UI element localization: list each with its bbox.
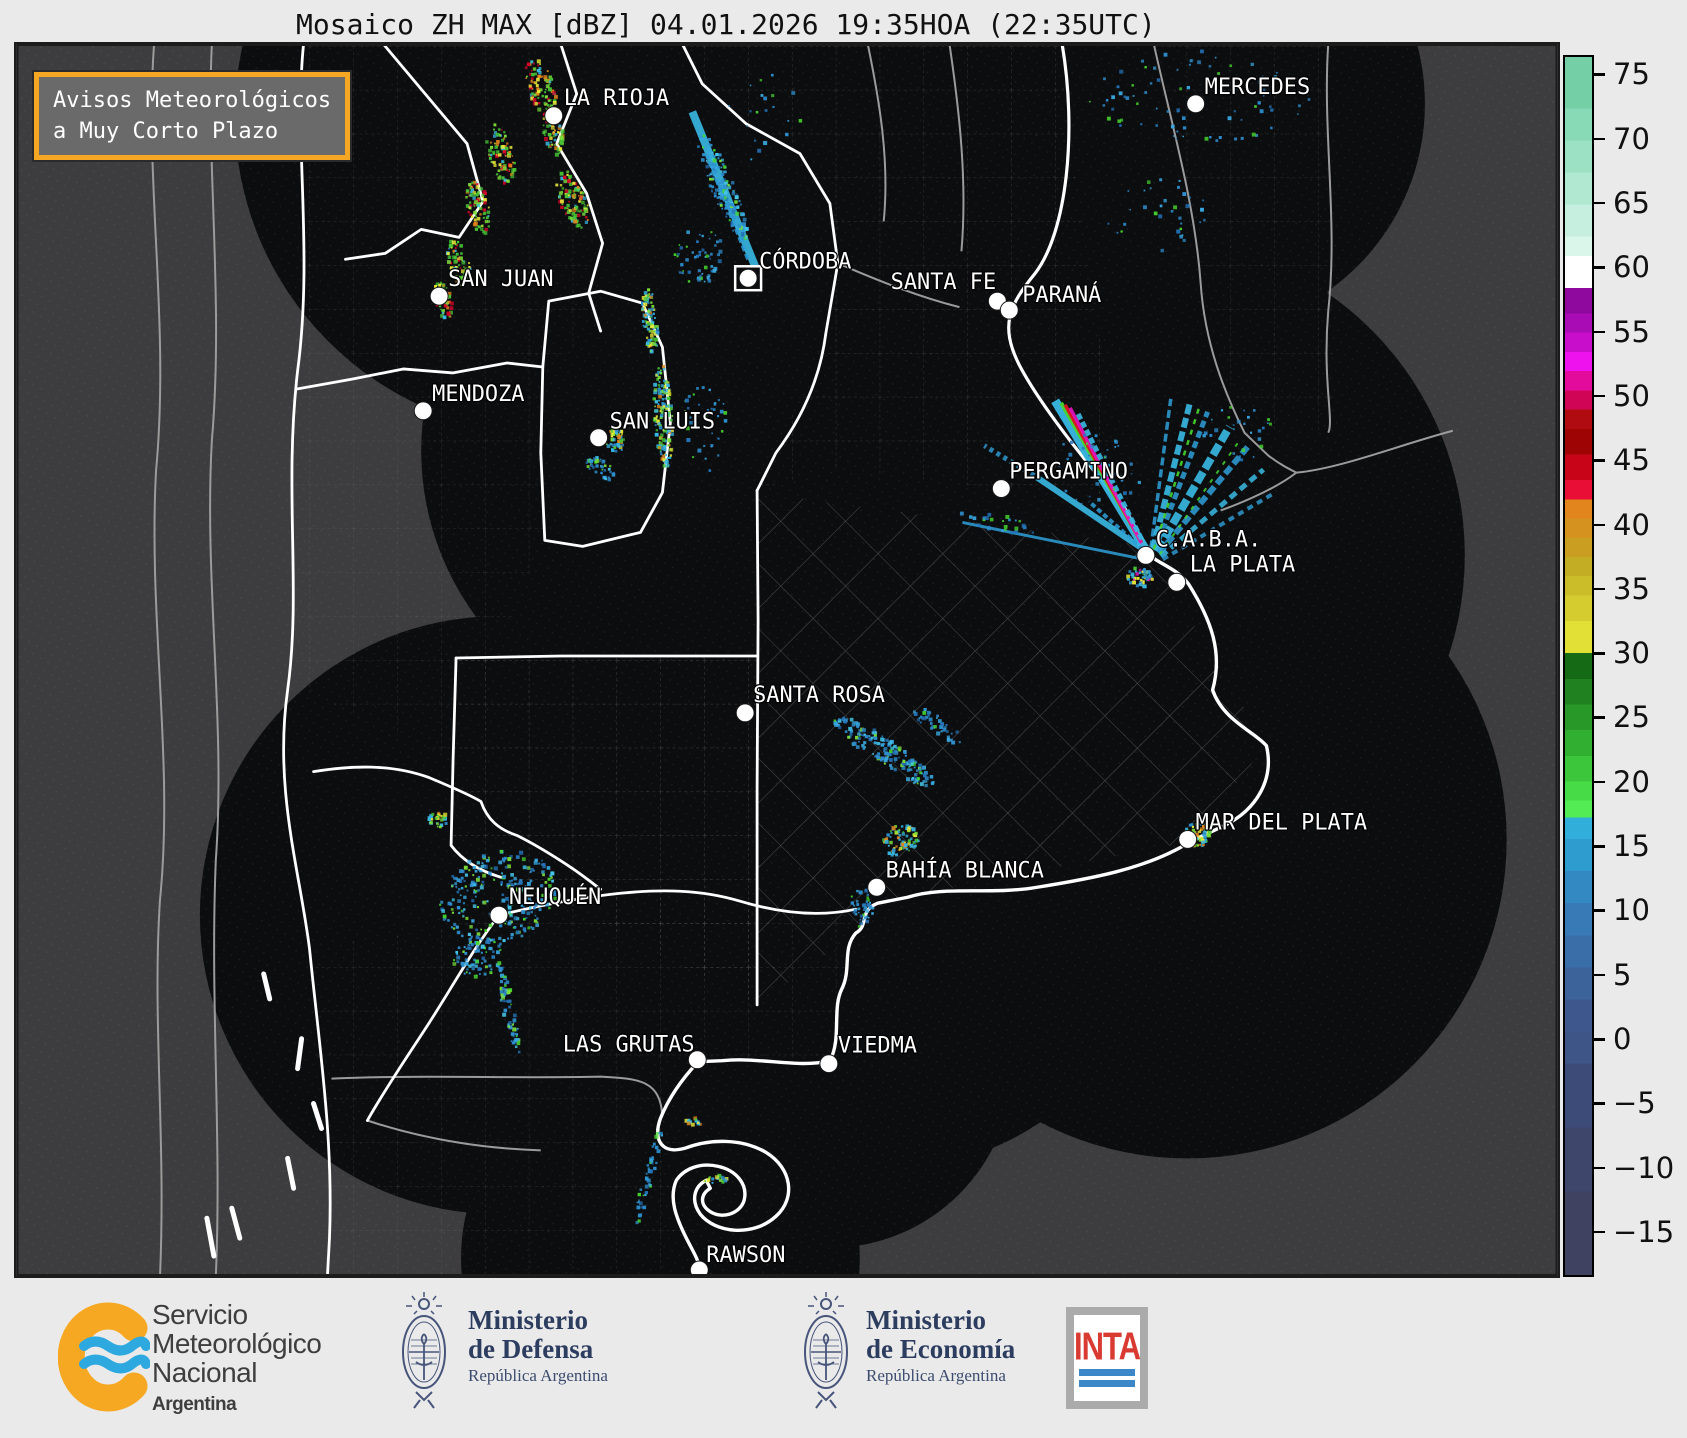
colorbar-tick-label: 25 (1613, 700, 1650, 735)
footer: Servicio Meteorológico Nacional Argentin… (0, 1278, 1687, 1438)
city-label: C.A.B.A. (1156, 527, 1262, 552)
colorbar-tick-label: 55 (1613, 314, 1650, 349)
colorbar-tick-label: 60 (1613, 250, 1650, 285)
colorbar-tick (1594, 1102, 1605, 1105)
city-label: SANTA FE (891, 270, 997, 295)
economia-line1: Ministerio (866, 1305, 986, 1335)
inta-wordmark: INTA (1073, 1324, 1141, 1369)
smn-line3: Nacional (152, 1357, 257, 1388)
colorbar-tick (1594, 780, 1605, 784)
colorbar-tick-label: 35 (1613, 571, 1650, 606)
economia-line2: de Economía (866, 1334, 1016, 1364)
colorbar-tick (1594, 137, 1605, 141)
alert-banner[interactable]: Avisos Meteorológicos a Muy Corto Plazo (34, 72, 351, 161)
colorbar-tick (1594, 973, 1605, 977)
city-label: MERCEDES (1205, 75, 1311, 100)
colorbar-tick (1594, 523, 1605, 526)
city-label: SAN LUIS (610, 410, 716, 435)
colorbar-tick (1594, 1166, 1605, 1170)
colorbar-tick-label: −15 (1613, 1214, 1675, 1249)
page-title: Mosaico ZH MAX [dBZ] 04.01.2026 19:35HOA… (296, 8, 1156, 41)
dot-texture (16, 44, 1558, 1276)
inta-bar-1 (1079, 1369, 1135, 1376)
city-label: SAN JUAN (448, 267, 554, 292)
alert-line1: Avisos Meteorológicos (53, 88, 332, 113)
city-label: LAS GRUTAS (563, 1033, 695, 1058)
smn-line2: Meteorológico (152, 1328, 322, 1359)
city-label: RAWSON (706, 1243, 785, 1268)
colorbar-tick-label: 10 (1613, 893, 1650, 928)
colorbar-tick (1594, 716, 1605, 719)
smn-line1: Servicio (152, 1299, 248, 1330)
inta-bar-2 (1079, 1380, 1135, 1387)
colorbar-tick (1594, 330, 1605, 334)
inta-logo-inner: INTA (1073, 1315, 1141, 1401)
city-label: SANTA ROSA (753, 683, 885, 708)
city-label: PERGAMINO (1009, 460, 1128, 485)
coat-of-arms-icon (402, 1292, 446, 1409)
city-label: VIEDMA (838, 1034, 917, 1059)
economia-line3: República Argentina (866, 1366, 1006, 1385)
defensa-line2: de Defensa (468, 1334, 594, 1364)
colorbar-tick-label: 40 (1613, 507, 1650, 542)
alert-line2: a Muy Corto Plazo (53, 119, 279, 145)
colorbar-tick-label: 0 (1613, 1022, 1632, 1057)
colorbar-tick-label: −10 (1613, 1150, 1675, 1185)
colorbar-tick-label: 20 (1613, 764, 1650, 799)
city-label: LA RIOJA (564, 86, 670, 111)
colorbar-tick (1594, 201, 1605, 205)
smn-logo-icon (58, 1302, 150, 1412)
colorbar-tick-label: 65 (1613, 185, 1650, 220)
colorbar-tick-label: 45 (1613, 443, 1650, 478)
city-label: NEUQUÉN (509, 884, 601, 910)
colorbar-tick-label: 50 (1613, 378, 1650, 413)
colorbar-tick-label: 30 (1613, 636, 1650, 671)
city-label: MENDOZA (432, 382, 524, 407)
city-label: MAR DEL PLATA (1196, 810, 1367, 835)
economia-text: Ministerio de Economía República Argenti… (866, 1306, 1015, 1386)
map-canvas: LA RIOJA MERCEDES SAN JUAN CÓRDOBA SANTA FE P… (16, 44, 1558, 1276)
radar-map: LA RIOJA MERCEDES SAN JUAN CÓRDOBA SANTA FE P… (14, 42, 1560, 1278)
colorbar-tick (1594, 845, 1605, 848)
colorbar-tick-label: 70 (1613, 121, 1650, 156)
colorbar-tick-label: 5 (1613, 957, 1632, 992)
colorbar-tick (1594, 587, 1605, 591)
radar-mosaic-screen: Mosaico ZH MAX [dBZ] 04.01.2026 19:35HOA… (0, 0, 1687, 1438)
smn-logo-text: Servicio Meteorológico Nacional Argentin… (152, 1299, 322, 1419)
colorbar-tick (1594, 1230, 1605, 1234)
defensa-line3: República Argentina (468, 1366, 608, 1385)
dbz-colorbar (1563, 55, 1594, 1277)
coat-of-arms-icon (804, 1292, 848, 1409)
city-label: PARANÁ (1022, 282, 1101, 308)
colorbar-tick-label: 75 (1613, 57, 1650, 92)
colorbar-tick (1594, 459, 1605, 462)
colorbar-tick (1594, 73, 1605, 76)
defensa-line1: Ministerio (468, 1305, 588, 1335)
inta-logo: INTA (1066, 1307, 1148, 1409)
city-label: LA PLATA (1190, 552, 1296, 577)
colorbar-tick (1594, 394, 1605, 398)
colorbar-tick (1594, 652, 1605, 655)
colorbar-tick (1594, 909, 1605, 912)
smn-line4: Argentina (152, 1394, 237, 1415)
colorbar-tick-label: −5 (1613, 1086, 1656, 1121)
colorbar-tick (1594, 266, 1605, 269)
defensa-text: Ministerio de Defensa República Argentin… (468, 1306, 608, 1386)
city-label: CÓRDOBA (759, 248, 851, 274)
colorbar-tick (1594, 1038, 1605, 1041)
colorbar-tick-label: 15 (1613, 829, 1650, 864)
city-label: BAHÍA BLANCA (886, 857, 1044, 883)
